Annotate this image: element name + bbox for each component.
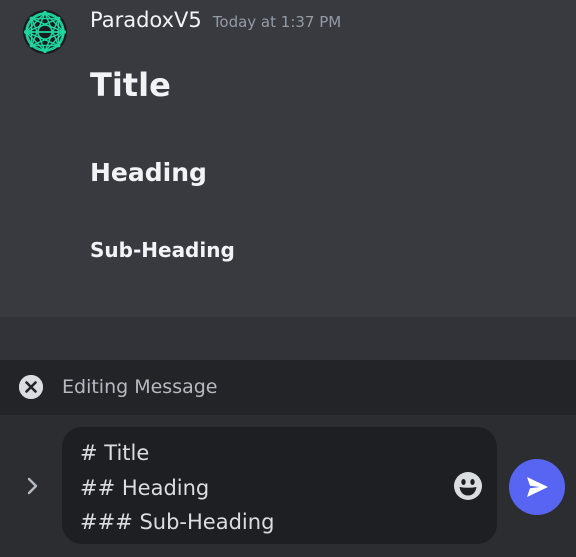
send-button[interactable]	[509, 459, 565, 515]
send-icon	[527, 477, 548, 497]
emoji-button[interactable]	[453, 471, 483, 501]
author-name[interactable]: ParadoxV5	[90, 8, 202, 32]
input-line-1: # Title	[80, 441, 150, 465]
message-subheading: Sub-Heading	[90, 238, 235, 262]
avatar[interactable]	[23, 10, 67, 54]
avatar-icon	[24, 11, 66, 53]
close-circle-icon	[19, 375, 43, 399]
editing-label: Editing Message	[62, 376, 218, 398]
message-heading: Heading	[90, 158, 207, 187]
expand-button[interactable]	[22, 474, 44, 498]
message-timestamp: Today at 1:37 PM	[212, 13, 342, 31]
cancel-edit-button[interactable]	[19, 375, 43, 399]
message-header: ParadoxV5 Today at 1:37 PM	[90, 8, 341, 36]
message-area: ParadoxV5 Today at 1:37 PM Title Heading…	[0, 0, 576, 317]
emoji-smile-icon	[454, 472, 482, 500]
message-input-text[interactable]: # Title ## Heading ### Sub-Heading	[80, 436, 274, 540]
chevron-right-icon	[27, 477, 38, 495]
message-list-gap	[0, 317, 576, 360]
input-line-2: ## Heading	[80, 475, 210, 500]
message-title: Title	[90, 66, 171, 104]
input-line-3: ### Sub-Heading	[80, 510, 275, 534]
